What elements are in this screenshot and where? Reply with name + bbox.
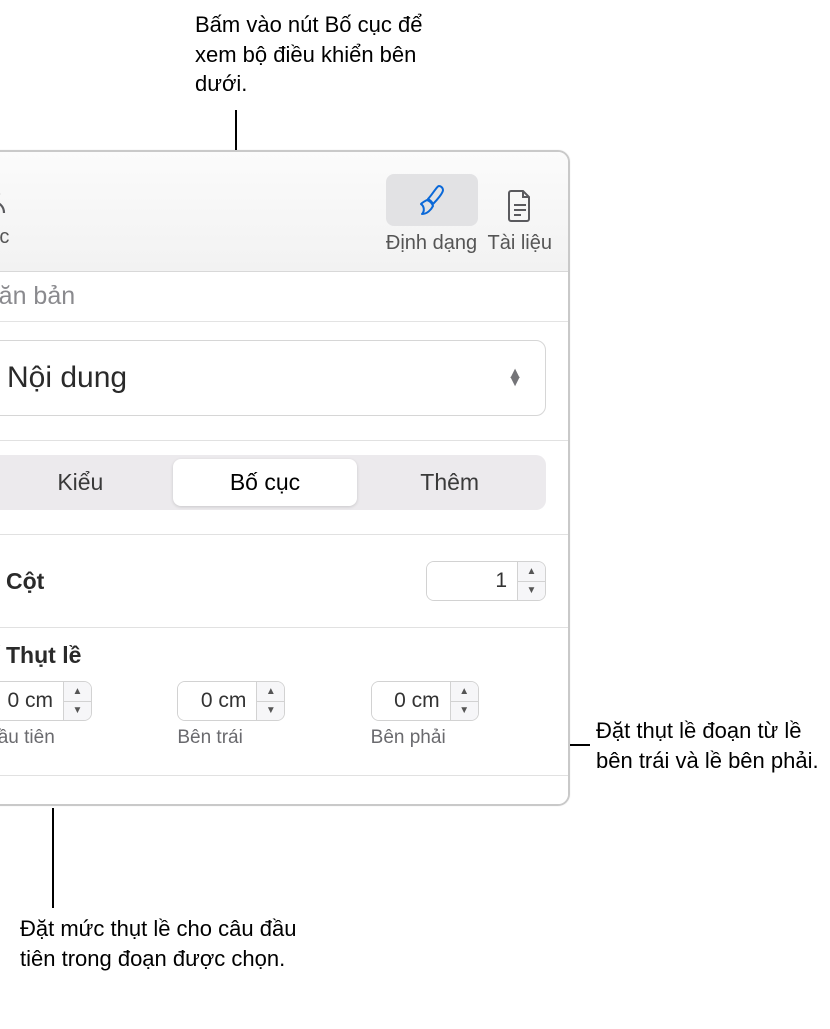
indent-left-stepper[interactable]: ▲ ▼ — [177, 681, 285, 721]
stepper-up-icon[interactable]: ▲ — [518, 562, 545, 582]
chevron-updown-icon: ▲▼ — [507, 370, 523, 386]
indent-left-input[interactable] — [178, 682, 256, 720]
section-title: Văn bản — [0, 272, 568, 322]
divider — [0, 775, 568, 776]
columns-stepper[interactable]: ▲ ▼ — [426, 561, 546, 601]
indents-label: Thụt lề — [6, 642, 546, 669]
format-button[interactable]: Định dạng — [386, 174, 478, 255]
stepper-down-icon[interactable]: ▼ — [257, 702, 284, 721]
paintbrush-icon — [414, 180, 450, 220]
columns-stepper-buttons[interactable]: ▲ ▼ — [517, 562, 545, 600]
callout-bottom-line — [52, 808, 54, 908]
collaborate-button[interactable]: tác — [0, 180, 14, 249]
tab-more[interactable]: Thêm — [357, 459, 542, 506]
inspector-panel: tác Định dạng Tài liệu Văn bản — [0, 150, 570, 806]
tab-style[interactable]: Kiểu — [0, 459, 173, 506]
stepper-up-icon[interactable]: ▲ — [64, 682, 91, 702]
indent-left-label: Bên trái — [177, 727, 242, 749]
indent-right-input[interactable] — [372, 682, 450, 720]
document-label: Tài liệu — [488, 232, 552, 255]
paragraph-style-value: Nội dung — [7, 361, 127, 395]
callout-bottom: Đặt mức thụt lề cho câu đầu tiên trong đ… — [20, 914, 300, 973]
stepper-down-icon[interactable]: ▼ — [518, 582, 545, 601]
divider — [0, 627, 568, 628]
indents-grid: ▲ ▼ Đầu tiên ▲ ▼ Bên trái — [0, 681, 546, 749]
stepper-up-icon[interactable]: ▲ — [451, 682, 478, 702]
columns-label: Cột — [6, 568, 426, 595]
inspector-body: Nội dung ▲▼ Kiểu Bố cục Thêm ▶ Cột ▲ ▼ — [0, 322, 568, 804]
stepper-up-icon[interactable]: ▲ — [257, 682, 284, 702]
indent-first-input[interactable] — [0, 682, 63, 720]
chevron-down-icon[interactable]: ▶ — [0, 645, 5, 667]
callout-right: Đặt thụt lề đoạn từ lề bên trái và lề bê… — [596, 716, 826, 775]
indent-left-stepper-buttons[interactable]: ▲ ▼ — [256, 682, 284, 720]
paragraph-style-dropdown[interactable]: Nội dung ▲▼ — [0, 340, 546, 416]
indents-row: ▶ Thụt lề — [0, 642, 546, 669]
stepper-down-icon[interactable]: ▼ — [64, 702, 91, 721]
indent-right-stepper-buttons[interactable]: ▲ ▼ — [450, 682, 478, 720]
indent-first-stepper-buttons[interactable]: ▲ ▼ — [63, 682, 91, 720]
divider — [0, 440, 568, 441]
indent-first-col: ▲ ▼ Đầu tiên — [0, 681, 159, 749]
person-icon — [0, 180, 14, 220]
columns-row: ▶ Cột ▲ ▼ — [0, 561, 546, 601]
tab-layout[interactable]: Bố cục — [173, 459, 358, 506]
indent-right-stepper[interactable]: ▲ ▼ — [371, 681, 479, 721]
divider — [0, 534, 568, 535]
indent-first-stepper[interactable]: ▲ ▼ — [0, 681, 92, 721]
collaborate-label: tác — [0, 226, 9, 249]
text-tabs: Kiểu Bố cục Thêm — [0, 455, 546, 510]
columns-input[interactable] — [427, 562, 517, 600]
format-label: Định dạng — [386, 232, 477, 255]
toolbar-left: tác — [0, 180, 14, 249]
document-button[interactable]: Tài liệu — [488, 186, 552, 255]
indent-right-col: ▲ ▼ Bên phải — [371, 681, 546, 749]
toolbar: tác Định dạng Tài liệu — [0, 152, 568, 272]
indent-first-label: Đầu tiên — [0, 727, 55, 749]
callout-top: Bấm vào nút Bố cục để xem bộ điều khiển … — [195, 10, 455, 99]
stepper-down-icon[interactable]: ▼ — [451, 702, 478, 721]
document-icon — [502, 186, 538, 226]
indent-left-col: ▲ ▼ Bên trái — [177, 681, 352, 749]
indent-right-label: Bên phải — [371, 727, 446, 749]
